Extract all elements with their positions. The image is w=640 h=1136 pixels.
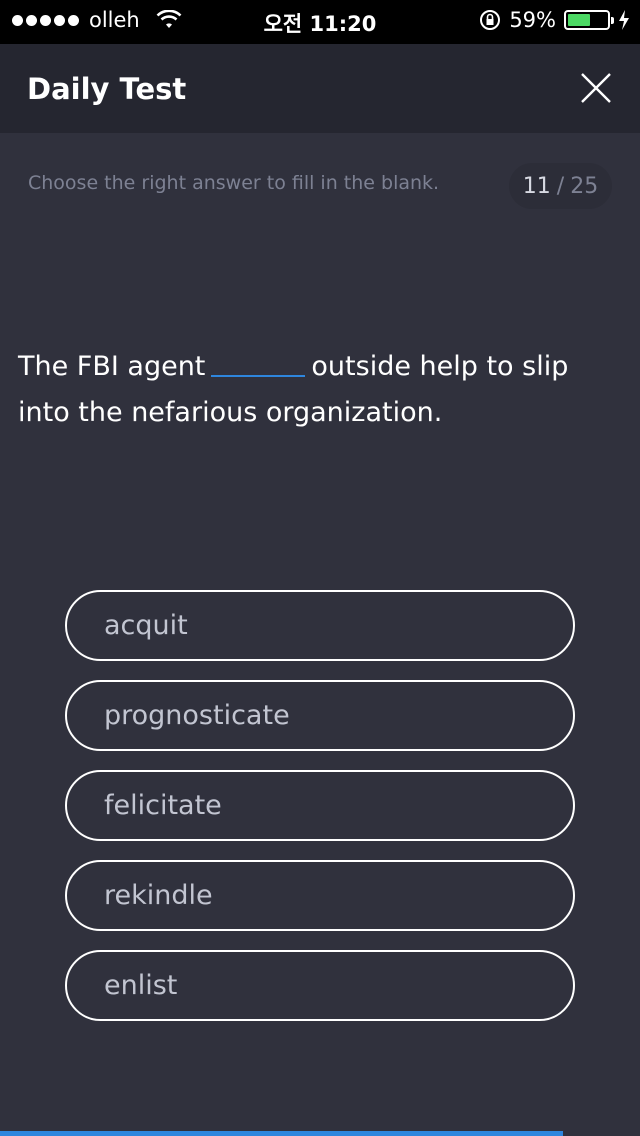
progress-bar <box>0 1131 640 1136</box>
answer-option[interactable]: acquit <box>65 590 575 661</box>
answer-option[interactable]: felicitate <box>65 770 575 841</box>
question-text: The FBI agent outside help to slip into t… <box>18 344 618 436</box>
answer-blank <box>211 349 306 377</box>
battery-icon <box>564 10 614 30</box>
counter-total: 25 <box>570 173 599 199</box>
charging-bolt-icon <box>619 10 629 30</box>
answer-option[interactable]: prognosticate <box>65 680 575 751</box>
answer-options: acquit prognosticate felicitate rekindle… <box>65 590 575 1040</box>
answer-option[interactable]: enlist <box>65 950 575 1021</box>
instruction-text: Choose the right answer to fill in the b… <box>28 172 440 194</box>
close-icon[interactable] <box>580 72 612 104</box>
counter-separator: / <box>556 173 565 199</box>
status-bar: olleh 오전 11:20 59% <box>0 0 640 44</box>
question-before-blank: The FBI agent <box>18 351 206 382</box>
status-right: 59% <box>479 8 630 32</box>
progress-fill <box>0 1131 564 1136</box>
answer-option[interactable]: rekindle <box>65 860 575 931</box>
orientation-lock-icon <box>480 10 501 30</box>
header-bar: Daily Test <box>0 44 640 133</box>
battery-level <box>568 14 591 26</box>
question-counter: 11 / 25 <box>509 163 612 209</box>
page-title: Daily Test <box>27 72 187 106</box>
battery-percent: 59% <box>509 8 556 32</box>
counter-current: 11 <box>522 173 551 199</box>
